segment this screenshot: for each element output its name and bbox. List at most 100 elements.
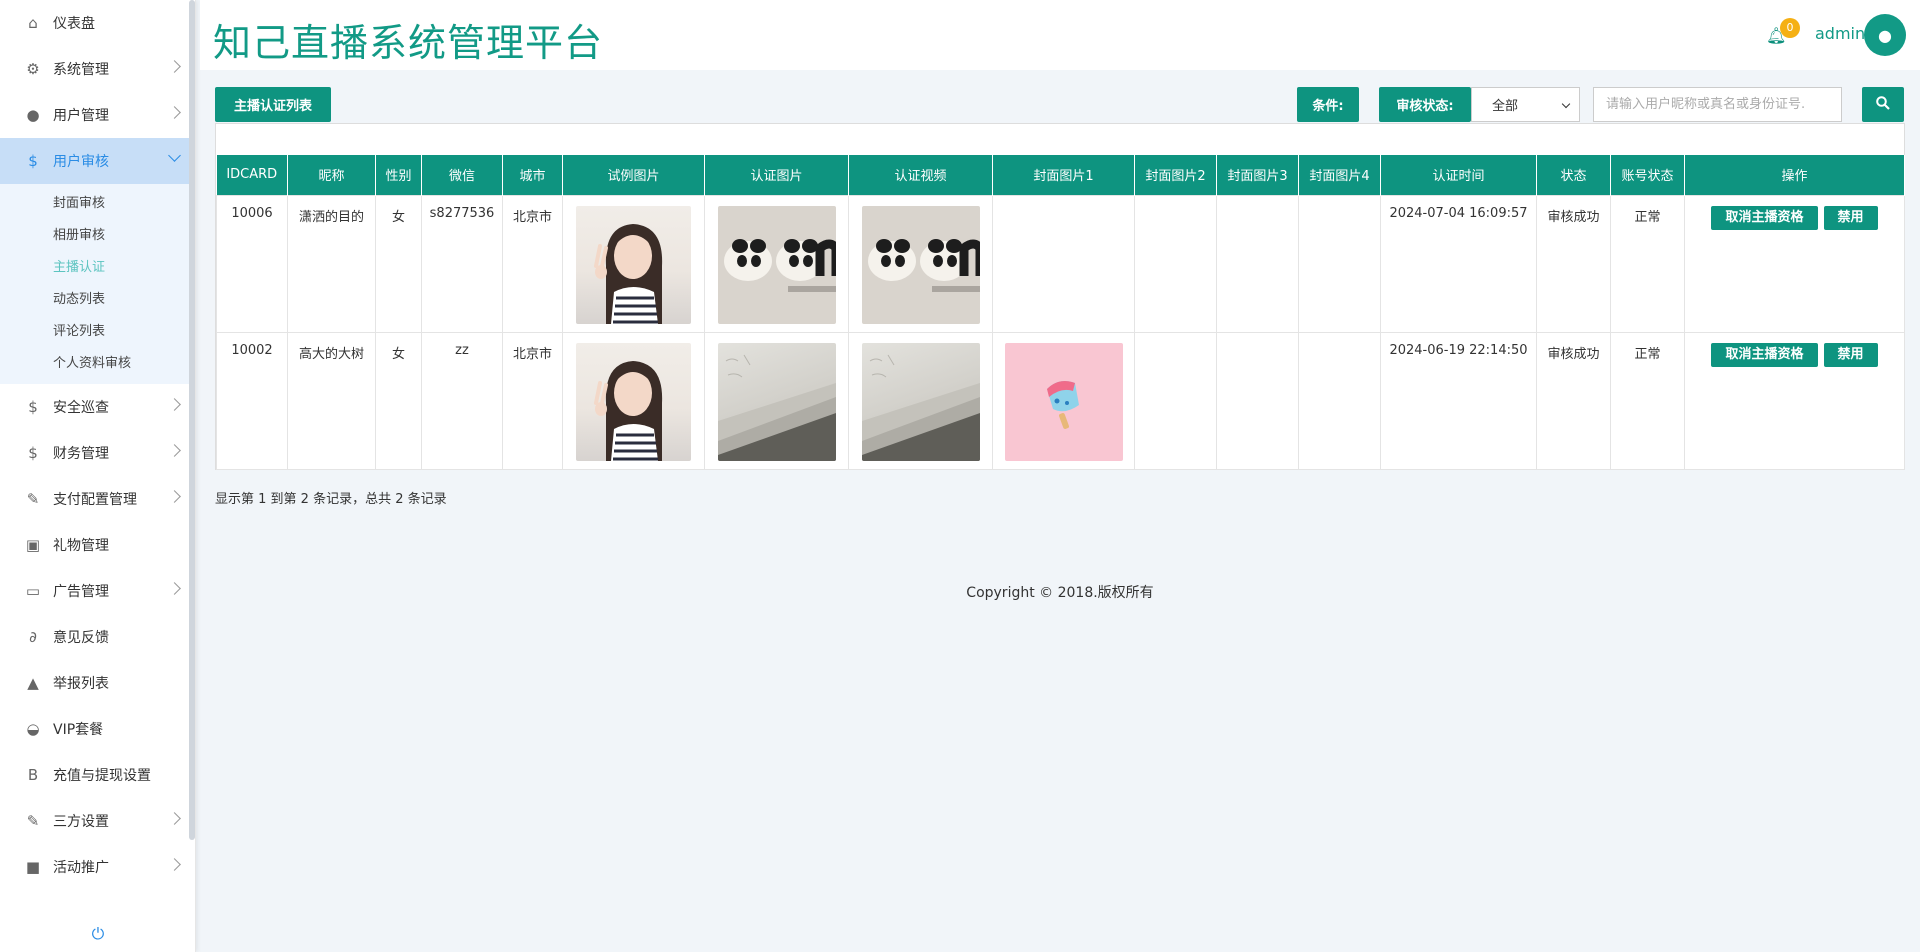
sample-image-cell [562,331,705,470]
gender-cell: 女 [375,331,422,470]
sidebar-item-label: 用户审核 [53,154,109,170]
sample-photo-thumbnail[interactable] [576,205,691,324]
sidebar-item-11[interactable]: ◒ VIP套餐 [0,706,195,752]
column-header[interactable]: 城市 [502,155,563,195]
gift-icon: ▣ [25,536,41,554]
review-status-select[interactable]: 全部 [1471,87,1580,122]
column-header[interactable]: 封面图片4 [1298,155,1381,195]
ban-button[interactable]: 禁用 [1823,342,1878,367]
cert-time-cell: 2024-06-19 22:14:50 [1380,331,1537,470]
column-header[interactable]: 认证视频 [848,155,993,195]
wechat-cell: zz [421,331,503,470]
cancel-anchor-button[interactable]: 取消主播资格 [1711,205,1818,230]
submenu-item-0[interactable]: 封面审核 [0,188,195,220]
power-icon[interactable]: ⏻ [0,924,196,944]
cert-image-cell [704,331,849,470]
ban-button[interactable]: 禁用 [1823,205,1878,230]
panda-image-thumbnail[interactable] [717,205,836,324]
popsicle-image-thumbnail[interactable] [1004,342,1123,461]
cogs-icon: ⚙ [26,60,40,78]
sidebar-item-9[interactable]: ∂ 意见反馈 [0,614,195,660]
condition-label: 条件: [1297,87,1359,122]
dollar-icon: $ [28,152,38,170]
sidebar-item-label: 举报列表 [53,676,109,692]
chevron-right-icon [168,858,181,871]
sidebar-item-7[interactable]: ▣ 礼物管理 [0,522,195,568]
sidebar-item-label: 充值与提现设置 [53,768,151,784]
chevron-down-icon [168,149,181,162]
sidebar-item-4[interactable]: $ 安全巡查 [0,384,195,430]
chevron-right-icon [168,582,181,595]
table-row: 10006 潇洒的目的女 s8277536 北京市 2024-07-04 16:09:5… [216,194,1905,333]
nickname-cell: 高大的大树 [287,331,376,470]
submenu-item-4[interactable]: 评论列表 [0,316,195,348]
wechat-cell: s8277536 [421,194,503,333]
sidebar-item-3[interactable]: $ 用户审核 [0,138,195,184]
sidebar-item-14[interactable]: ■ 活动推广 [0,844,195,890]
search-button[interactable] [1862,87,1904,122]
sidebar-item-6[interactable]: ✎ 支付配置管理 [0,476,195,522]
submenu-item-5[interactable]: 个人资料审核 [0,348,195,380]
actions-cell: 取消主播资格 禁用 [1684,194,1905,333]
user-icon: ● [1878,25,1892,45]
avatar[interactable]: ● [1864,14,1906,56]
cover-image-2-cell [1134,194,1217,333]
column-header[interactable]: 状态 [1536,155,1611,195]
cert-image-cell [704,194,849,333]
submenu-item-1[interactable]: 相册审核 [0,220,195,252]
column-header[interactable]: 昵称 [287,155,376,195]
cover-image-3-cell [1216,331,1299,470]
page-title: 知己直播系统管理平台 [213,21,604,65]
username[interactable]: admin [1815,24,1865,43]
column-header[interactable]: 认证时间 [1380,155,1537,195]
column-header[interactable]: 封面图片2 [1134,155,1217,195]
paper-image-thumbnail[interactable] [717,342,836,461]
cover-image-4-cell [1298,194,1381,333]
sidebar-item-2[interactable]: ● 用户管理 [0,92,195,138]
chevron-right-icon [168,60,181,73]
idcard-cell: 10002 [216,331,288,470]
chevron-right-icon [168,398,181,411]
sample-photo-thumbnail[interactable] [576,342,691,461]
search-input[interactable] [1593,87,1842,122]
city-cell: 北京市 [502,331,563,470]
sidebar-item-label: 仪表盘 [53,16,95,32]
sample-image-cell [562,194,705,333]
table-row: 10002 高大的大树女 zz 北京市 2024-06-19 22:14:50 审核成功正… [216,331,1905,470]
pagination-summary: 显示第 1 到第 2 条记录，总共 2 条记录 [215,492,447,507]
submenu-item-3[interactable]: 动态列表 [0,284,195,316]
sidebar-item-label: 支付配置管理 [53,492,137,508]
chevron-right-icon [168,490,181,503]
column-header[interactable]: 封面图片1 [992,155,1135,195]
anchor-cert-list-button[interactable]: 主播认证列表 [215,87,331,122]
user-icon: ● [26,106,40,124]
paper-image-thumbnail[interactable] [861,342,980,461]
column-header[interactable]: 操作 [1684,155,1905,195]
sidebar-item-8[interactable]: ▭ 广告管理 [0,568,195,614]
warning-icon: ▲ [27,674,39,692]
dollar-icon: $ [28,444,38,462]
sidebar-scrollbar[interactable] [189,0,195,840]
panda-image-thumbnail[interactable] [861,205,980,324]
column-header[interactable]: 封面图片3 [1216,155,1299,195]
submenu-item-2[interactable]: 主播认证 [0,252,195,284]
column-header[interactable]: 账号状态 [1610,155,1685,195]
sidebar-item-1[interactable]: ⚙ 系统管理 [0,46,195,92]
column-header[interactable]: IDCARD [216,155,288,195]
desktop-icon: ▭ [25,582,41,600]
cancel-anchor-button[interactable]: 取消主播资格 [1711,342,1818,367]
sidebar-item-12[interactable]: B 充值与提现设置 [0,752,195,798]
piggy-bank-icon: ◒ [26,720,40,738]
column-header[interactable]: 认证图片 [704,155,849,195]
actions-cell: 取消主播资格 禁用 [1684,331,1905,470]
sidebar-item-5[interactable]: $ 财务管理 [0,430,195,476]
cover-image-3-cell [1216,194,1299,333]
column-header[interactable]: 微信 [421,155,503,195]
sidebar-item-13[interactable]: ✎ 三方设置 [0,798,195,844]
sidebar-item-10[interactable]: ▲ 举报列表 [0,660,195,706]
cert-video-cell [848,331,993,470]
column-header[interactable]: 性别 [375,155,422,195]
sidebar-item-0[interactable]: ⌂ 仪表盘 [0,0,195,46]
search-icon [1876,95,1890,114]
column-header[interactable]: 试例图片 [562,155,705,195]
